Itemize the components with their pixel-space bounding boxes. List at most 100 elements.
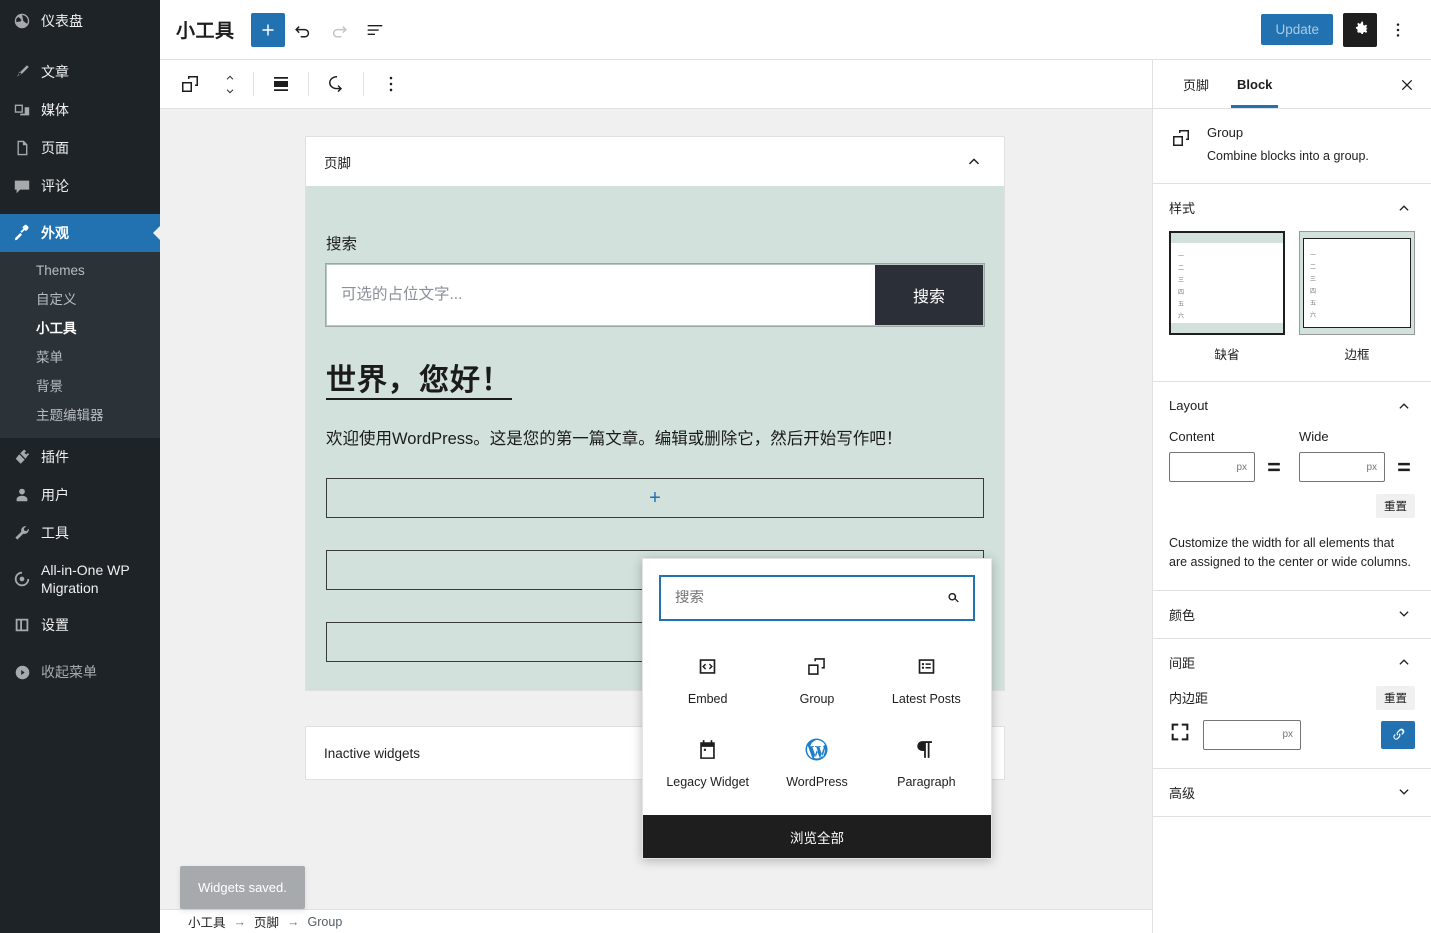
wordpress-icon: [803, 736, 830, 762]
inserter-block-wordpress[interactable]: WordPress: [762, 732, 871, 793]
chevron-up-icon[interactable]: [1393, 651, 1415, 673]
sidebar-item-menus[interactable]: 菜单: [0, 343, 160, 372]
sidebar-item-customize[interactable]: 自定义: [0, 285, 160, 314]
post-body-block[interactable]: 欢迎使用WordPress。这是您的第一篇文章。编辑或删除它，然后开始写作吧！: [326, 426, 984, 452]
chevron-up-icon[interactable]: [1393, 197, 1415, 219]
block-mover-button[interactable]: [212, 61, 248, 108]
inserter-search-field[interactable]: [659, 575, 975, 621]
preview-line: 四: [1178, 289, 1185, 297]
tab-footer[interactable]: 页脚: [1169, 60, 1223, 108]
wide-width-preset-icon[interactable]: [1393, 455, 1415, 479]
content-width-preset-icon[interactable]: [1263, 455, 1285, 479]
breadcrumb-item-widgets[interactable]: 小工具: [188, 912, 226, 931]
post-title-block[interactable]: 世界，您好！: [326, 362, 512, 400]
panel-styles-header[interactable]: 样式: [1153, 184, 1431, 231]
sidebar-item-posts[interactable]: 文章: [0, 53, 160, 91]
sidebar-item-tools[interactable]: 工具: [0, 514, 160, 552]
settings-toggle-button[interactable]: [1343, 12, 1377, 47]
sidebar-item-all-in-one-wp-migration[interactable]: All-in-One WP Migration: [0, 552, 160, 606]
panel-color-header[interactable]: 颜色: [1153, 591, 1431, 638]
inserter-block-group[interactable]: Group: [762, 649, 871, 710]
widgets-editor-screen: 仪表盘 文章 媒体 页面 评论 外观 Themes 自定义 小工具 菜单 背景 …: [0, 0, 1431, 933]
block-appender[interactable]: +: [326, 477, 984, 518]
sidebar-item-label: 外观: [41, 225, 69, 241]
sidebar-item-theme-editor[interactable]: 主题编辑器: [0, 401, 160, 430]
breadcrumb-item-footer[interactable]: 页脚: [254, 912, 279, 931]
inserter-block-embed[interactable]: Embed: [653, 649, 762, 710]
panel-spacing-header[interactable]: 间距: [1153, 639, 1431, 686]
browse-all-button[interactable]: 浏览全部: [643, 815, 991, 858]
block-transform-button[interactable]: [314, 61, 358, 108]
sidebar-item-users[interactable]: 用户: [0, 476, 160, 514]
add-block-button[interactable]: [250, 12, 285, 47]
preview-line: 六: [1310, 312, 1317, 320]
search-block[interactable]: 搜索: [325, 263, 985, 327]
wide-width-input[interactable]: px: [1299, 452, 1385, 483]
inserter-block-paragraph[interactable]: Paragraph: [872, 732, 981, 793]
padding-input[interactable]: px: [1203, 719, 1301, 750]
preview-bar-bottom: [1171, 323, 1283, 334]
breadcrumb-item-group[interactable]: Group: [308, 915, 343, 929]
panel-layout-header[interactable]: Layout: [1153, 382, 1431, 429]
link-icon[interactable]: [1381, 720, 1415, 749]
update-button[interactable]: Update: [1261, 14, 1333, 45]
snackbar-notice: Widgets saved.: [180, 866, 305, 909]
sidebar-item-plugins[interactable]: 插件: [0, 438, 160, 476]
undo-button[interactable]: [285, 12, 321, 48]
sidebar-item-label: 仪表盘: [41, 13, 83, 29]
search-block-input[interactable]: [327, 265, 875, 325]
content-width-unit: px: [1236, 461, 1247, 473]
embed-icon: [695, 653, 720, 679]
close-icon[interactable]: [1393, 71, 1421, 99]
search-block-button[interactable]: 搜索: [875, 265, 983, 325]
sidebar-item-appearance[interactable]: 外观: [0, 214, 160, 252]
sidebar-item-widgets[interactable]: 小工具: [0, 314, 160, 343]
chevron-down-icon[interactable]: [1393, 781, 1415, 803]
sidebar-item-pages[interactable]: 页面: [0, 129, 160, 167]
inserter-search-input[interactable]: [675, 590, 941, 606]
block-card: Group Combine blocks into a group.: [1153, 109, 1431, 185]
sidebar-item-media[interactable]: 媒体: [0, 91, 160, 129]
legacy-widget-icon: [695, 736, 720, 762]
widget-area-title: 页脚: [324, 155, 351, 171]
layout-reset-button[interactable]: 重置: [1376, 494, 1415, 519]
style-preview-outline[interactable]: 一 二 三 四 五 六: [1299, 231, 1415, 336]
preview-line: 一: [1178, 253, 1185, 261]
block-align-button[interactable]: [259, 61, 303, 108]
widgets-editor: 小工具 Update 页脚 搜索 可选的占位文字... 搜索 世界，您好！ 欢迎…: [160, 0, 1431, 933]
panel-spacing: 间距 内边距 重置 px: [1153, 639, 1431, 769]
block-toolbar: [160, 60, 1152, 109]
inserter-block-label: Latest Posts: [891, 692, 961, 706]
widget-area-header[interactable]: 页脚: [306, 137, 1004, 186]
chevron-down-icon[interactable]: [1393, 603, 1415, 625]
tab-block[interactable]: Block: [1223, 60, 1286, 108]
sidebar-item-comments[interactable]: 评论: [0, 167, 160, 205]
padding-reset-button[interactable]: 重置: [1376, 685, 1415, 710]
style-variation-outline[interactable]: 一 二 三 四 五 六 边框: [1299, 231, 1415, 363]
group-icon: [1169, 125, 1193, 165]
block-options-button[interactable]: [369, 61, 413, 108]
sidebar-item-themes[interactable]: Themes: [0, 256, 160, 285]
chevron-up-icon[interactable]: [1393, 395, 1415, 417]
inserter-block-legacy-widget[interactable]: Legacy Widget: [653, 732, 762, 793]
sidebar-item-label: 页面: [41, 140, 69, 156]
sidebar-item-dashboard[interactable]: 仪表盘: [0, 0, 160, 44]
sidebar-item-settings[interactable]: 设置: [0, 606, 160, 644]
sidebar-item-background[interactable]: 背景: [0, 372, 160, 401]
menu-separator: [0, 644, 160, 653]
panel-advanced-header[interactable]: 高级: [1153, 769, 1431, 816]
more-options-button[interactable]: [1381, 13, 1415, 47]
menu-separator: [0, 44, 160, 53]
content-width-input[interactable]: px: [1169, 452, 1255, 483]
inserter-block-label: Embed: [687, 692, 728, 706]
inserter-block-latest-posts[interactable]: Latest Posts: [872, 649, 981, 710]
chevron-up-icon[interactable]: [962, 150, 986, 174]
users-icon: [12, 485, 32, 505]
panel-title: 样式: [1169, 201, 1196, 217]
style-variation-default[interactable]: 一 二 三 四 五 六 缺省: [1169, 231, 1285, 363]
list-view-button[interactable]: [357, 12, 393, 48]
inserter-block-label: Paragraph: [897, 775, 956, 789]
block-type-button[interactable]: [168, 61, 212, 108]
style-preview-default[interactable]: 一 二 三 四 五 六: [1169, 231, 1285, 336]
collapse-menu-button[interactable]: 收起菜单: [0, 653, 160, 691]
